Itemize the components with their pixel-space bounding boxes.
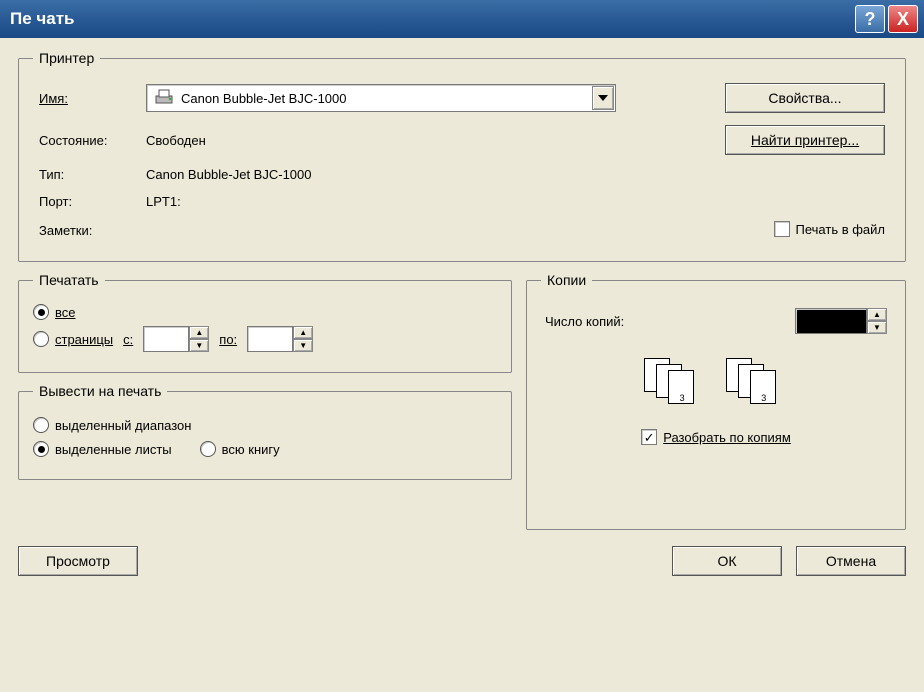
range-to-spinner[interactable]: ▲▼	[247, 326, 313, 352]
window-title: Пе чать	[10, 9, 852, 29]
printer-type-label: Тип:	[35, 162, 140, 187]
radio-icon	[33, 441, 49, 457]
titlebar: Пе чать ? X	[0, 0, 924, 38]
chevron-down-icon[interactable]	[592, 86, 614, 110]
printer-name-select[interactable]: Canon Bubble-Jet BJC-1000	[146, 84, 616, 112]
collate-checkbox[interactable]: ✓ Разобрать по копиям	[641, 429, 791, 445]
spin-down-icon[interactable]: ▼	[867, 321, 887, 334]
printer-status-label: Состояние:	[35, 120, 140, 160]
copies-count-spinner[interactable]: ▲▼	[795, 308, 887, 334]
printer-port-value: LPT1:	[142, 189, 889, 214]
printer-name-value: Canon Bubble-Jet BJC-1000	[181, 91, 592, 106]
preview-button[interactable]: Просмотр	[18, 546, 138, 576]
range-pages-label: страницы	[55, 332, 113, 347]
output-workbook-label: всю книгу	[222, 442, 280, 457]
cancel-button[interactable]: Отмена	[796, 546, 906, 576]
close-button[interactable]: X	[888, 5, 918, 33]
print-to-file-checkbox[interactable]: Печать в файл	[774, 221, 886, 237]
properties-button[interactable]: Свойства...	[725, 83, 885, 113]
printer-name-label: Имя:	[35, 78, 140, 118]
output-workbook-radio[interactable]: всю книгу	[200, 441, 280, 457]
copies-group: Копии Число копий: ▲▼ 1 2 3 1	[526, 272, 906, 530]
range-all-radio[interactable]: все	[33, 304, 76, 320]
output-selection-radio[interactable]: выделенный диапазон	[33, 417, 191, 433]
page-icon: 3	[750, 370, 776, 404]
collate-illustration: 1 2 3 1 2 3	[541, 352, 891, 415]
printer-type-value: Canon Bubble-Jet BJC-1000	[142, 162, 889, 187]
output-group: Вывести на печать выделенный диапазон вы…	[18, 383, 512, 480]
radio-icon	[33, 331, 49, 347]
range-all-label: все	[55, 305, 76, 320]
find-printer-button[interactable]: Найти принтер...	[725, 125, 885, 155]
range-to-label: по:	[219, 332, 237, 347]
copies-legend: Копии	[541, 272, 592, 288]
range-from-spinner[interactable]: ▲▼	[143, 326, 209, 352]
radio-icon	[200, 441, 216, 457]
spin-down-icon[interactable]: ▼	[189, 339, 209, 352]
range-from-label: с:	[123, 332, 133, 347]
spin-up-icon[interactable]: ▲	[189, 326, 209, 339]
printer-port-label: Порт:	[35, 189, 140, 214]
copies-count-input[interactable]	[795, 308, 867, 334]
help-button[interactable]: ?	[855, 5, 885, 33]
copies-count-label: Число копий:	[545, 314, 624, 329]
printer-legend: Принтер	[33, 50, 100, 66]
printer-group: Принтер Имя: Canon Bubble-Jet BJC-1000	[18, 50, 906, 262]
printer-comment-value	[142, 216, 707, 245]
output-sheets-radio[interactable]: выделенные листы	[33, 441, 172, 457]
print-to-file-label: Печать в файл	[796, 222, 886, 237]
range-pages-radio[interactable]: страницы	[33, 331, 113, 347]
print-range-group: Печатать все страницы с: ▲▼	[18, 272, 512, 373]
radio-icon	[33, 304, 49, 320]
range-to-input[interactable]	[247, 326, 293, 352]
collate-label: Разобрать по копиям	[663, 430, 791, 445]
checkbox-checked-icon: ✓	[641, 429, 657, 445]
output-sheets-label: выделенные листы	[55, 442, 172, 457]
page-icon: 3	[668, 370, 694, 404]
ok-button[interactable]: ОК	[672, 546, 782, 576]
print-range-legend: Печатать	[33, 272, 105, 288]
printer-status-value: Свободен	[142, 120, 707, 160]
printer-icon	[153, 88, 175, 109]
radio-icon	[33, 417, 49, 433]
output-selection-label: выделенный диапазон	[55, 418, 191, 433]
spin-up-icon[interactable]: ▲	[293, 326, 313, 339]
printer-comment-label: Заметки:	[35, 216, 140, 245]
checkbox-icon	[774, 221, 790, 237]
spin-up-icon[interactable]: ▲	[867, 308, 887, 321]
spin-down-icon[interactable]: ▼	[293, 339, 313, 352]
range-from-input[interactable]	[143, 326, 189, 352]
output-legend: Вывести на печать	[33, 383, 167, 399]
